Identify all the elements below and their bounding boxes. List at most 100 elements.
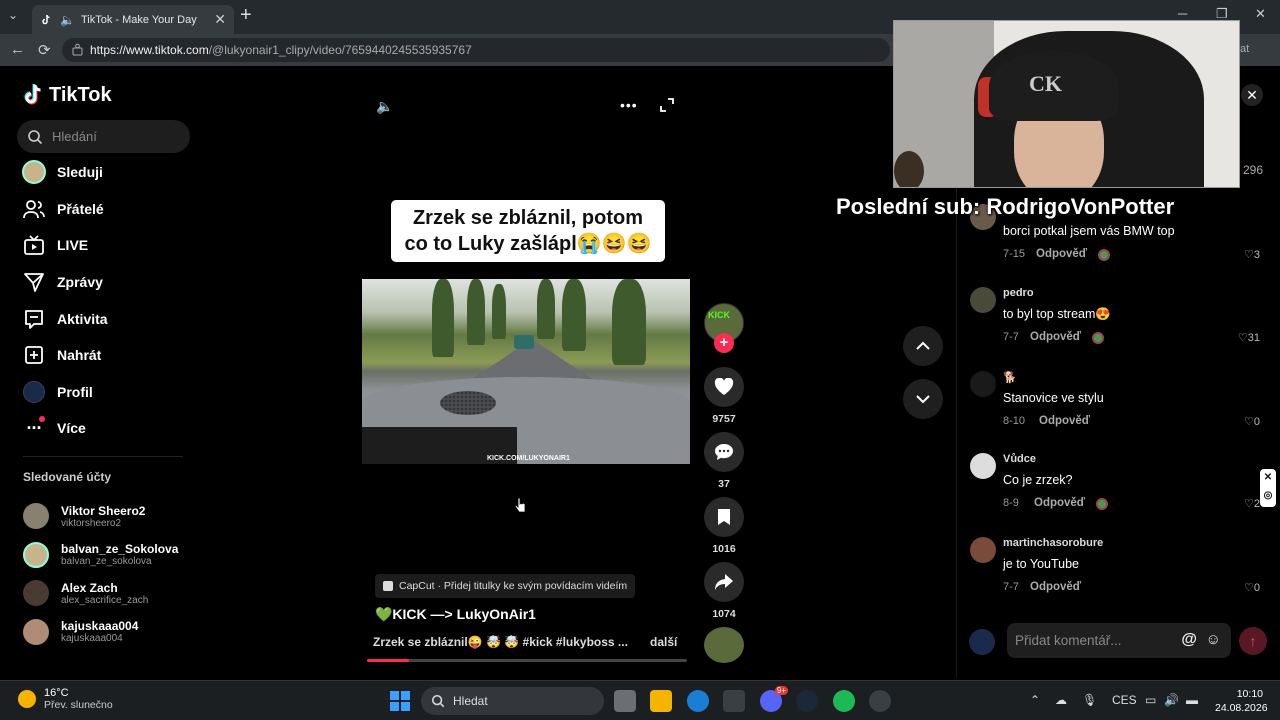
start-button[interactable] [390, 691, 410, 711]
following-account[interactable]: Alex Zach alex_sacrifice_zach [23, 574, 203, 613]
extension-side-widget[interactable]: ✕ ◎ [1260, 469, 1276, 507]
following-section-title: Sledované účty [23, 470, 112, 484]
avatar[interactable] [970, 453, 996, 479]
close-tab-icon[interactable]: ✕ [214, 11, 226, 28]
more-description-link[interactable]: další [650, 635, 677, 649]
volume-icon[interactable]: 🔈 [376, 98, 393, 115]
discord-icon[interactable]: 9+ [760, 686, 788, 712]
save-button[interactable] [704, 497, 744, 537]
browser-tab[interactable]: 🔈 TikTok - Make Your Day ✕ [32, 5, 234, 34]
reply-button[interactable]: Odpověď [1036, 248, 1087, 260]
comment-like[interactable]: ♡ 0 [1244, 581, 1260, 595]
comment-bubble-icon [715, 444, 733, 460]
previous-video-button[interactable] [903, 326, 943, 366]
tiktok-logo[interactable]: TikTok [23, 83, 112, 107]
reply-button[interactable]: Odpověď [1034, 497, 1085, 509]
bookmark-icon [718, 509, 730, 525]
capcut-badge[interactable]: CapCut · Přidej titulky ke svým povídací… [375, 574, 636, 598]
video-scene-tree [612, 279, 646, 365]
spotify-icon[interactable] [833, 690, 855, 712]
sidebar-item-messages[interactable]: Zprávy [21, 264, 191, 301]
fullscreen-icon[interactable] [660, 98, 674, 117]
store-icon[interactable] [723, 690, 745, 712]
comment-author[interactable]: pedro [1003, 287, 1034, 299]
mention-icon[interactable]: @ [1181, 631, 1197, 649]
minimize-icon[interactable]: ─ [1178, 6, 1187, 21]
share-button[interactable] [704, 562, 744, 602]
emoji-icon[interactable]: ☺ [1206, 631, 1221, 648]
following-account[interactable]: balvan_ze_Sokolova balvan_ze_sokolova [23, 536, 203, 575]
file-explorer-icon[interactable] [650, 690, 672, 712]
comment-like[interactable]: ♡ 2 [1244, 497, 1260, 511]
sidebar-item-upload[interactable]: Nahrát [21, 337, 191, 374]
language-indicator[interactable]: CES [1112, 693, 1137, 707]
sidebar-divider [23, 456, 183, 457]
reload-icon[interactable]: ⟳ [38, 41, 51, 59]
save-count: 1016 [712, 543, 736, 555]
search-input[interactable]: Hledání [17, 120, 190, 153]
video-frame[interactable]: KICK.COM/LUKYONAIR1 [362, 279, 690, 464]
close-x-icon[interactable]: ✕ [1260, 469, 1276, 487]
comment-like[interactable]: ♡ 3 [1244, 248, 1260, 262]
comment-author[interactable]: 🐕 [1003, 371, 1017, 384]
following-account[interactable]: Viktor Sheero2 viktorsheero2 [23, 497, 203, 536]
app-icon[interactable] [869, 690, 891, 712]
extension-icon[interactable]: ◎ [1260, 487, 1276, 505]
sidebar-item-live[interactable]: LIVE [21, 227, 191, 264]
site-info-icon[interactable] [71, 43, 84, 56]
creator-like-badge-icon [1096, 498, 1108, 510]
next-video-button[interactable] [903, 379, 943, 419]
edge-icon[interactable] [687, 690, 709, 712]
onedrive-icon[interactable]: ☁ [1055, 693, 1067, 707]
back-icon[interactable]: ← [10, 41, 25, 58]
close-comments-icon[interactable]: ✕ [1241, 84, 1263, 106]
sidebar-item-activity[interactable]: Aktivita [21, 300, 191, 337]
volume-icon[interactable]: 🔊 [1164, 693, 1179, 707]
comment-like[interactable]: ♡ 0 [1244, 415, 1260, 429]
comment-input[interactable]: Přidat komentář... @ ☺ [1007, 623, 1231, 658]
my-avatar [969, 629, 995, 655]
url-field[interactable]: https://www.tiktok.com/@lukyonair1_clipy… [62, 38, 890, 62]
weather-widget[interactable]: 16°C Přev. slunečno [18, 687, 113, 711]
tab-list-icon[interactable]: ⌄ [8, 8, 26, 26]
clock[interactable]: 10:10 24.08.2026 [1215, 687, 1268, 715]
avatar[interactable] [970, 287, 996, 313]
profile-avatar-icon [21, 379, 47, 405]
avatar[interactable] [970, 371, 996, 397]
network-icon[interactable]: ▭ [1145, 693, 1156, 707]
sidebar-item-profile[interactable]: Profil [21, 374, 191, 411]
battery-icon[interactable]: ▬ [1186, 693, 1198, 707]
comment-like-count: 0 [1253, 581, 1260, 594]
comment-button[interactable] [704, 432, 744, 472]
chevron-up-icon[interactable]: ⌃ [1030, 693, 1040, 707]
send-comment-button[interactable]: ↑ [1239, 627, 1267, 655]
reply-button[interactable]: Odpověď [1030, 331, 1081, 343]
new-tab-icon[interactable]: + [240, 4, 252, 27]
taskbar-search[interactable]: Hledat [421, 687, 604, 715]
comment-date: 7-7 [1003, 581, 1019, 593]
close-window-icon[interactable]: ✕ [1255, 6, 1266, 22]
webcam-cap: CK [989, 51, 1119, 121]
video-scene-speaker [440, 391, 496, 415]
video-progress-bar[interactable] [367, 659, 687, 662]
microphone-icon[interactable]: 🎙 [1082, 693, 1097, 707]
follow-plus-button[interactable]: + [714, 333, 734, 353]
sidebar-item-friends[interactable]: Přátelé [21, 191, 191, 228]
speaker-icon[interactable]: 🔈 [60, 13, 75, 27]
avatar[interactable] [970, 537, 996, 563]
like-button[interactable] [704, 367, 744, 407]
sidebar-item-following[interactable]: Sleduji [21, 154, 191, 191]
sidebar-item-more[interactable]: ··· Více [21, 410, 191, 447]
comment-like[interactable]: ♡ 31 [1238, 331, 1260, 345]
comment-date: 8-10 [1003, 415, 1026, 427]
reply-button[interactable]: Odpověď [1030, 581, 1081, 593]
following-account[interactable]: kajuskaaa004 kajuskaaa004 [23, 613, 203, 652]
reply-button[interactable]: Odpověď [1039, 415, 1090, 427]
comment-author[interactable]: martinchasorobure [1003, 537, 1103, 549]
save-action: 1016 [704, 497, 744, 555]
comment-author[interactable]: Vůdce [1003, 453, 1036, 465]
more-options-icon[interactable]: ••• [620, 97, 638, 113]
steam-icon[interactable] [796, 690, 818, 712]
task-view-icon[interactable] [614, 690, 636, 712]
music-disc-avatar[interactable] [704, 627, 744, 663]
